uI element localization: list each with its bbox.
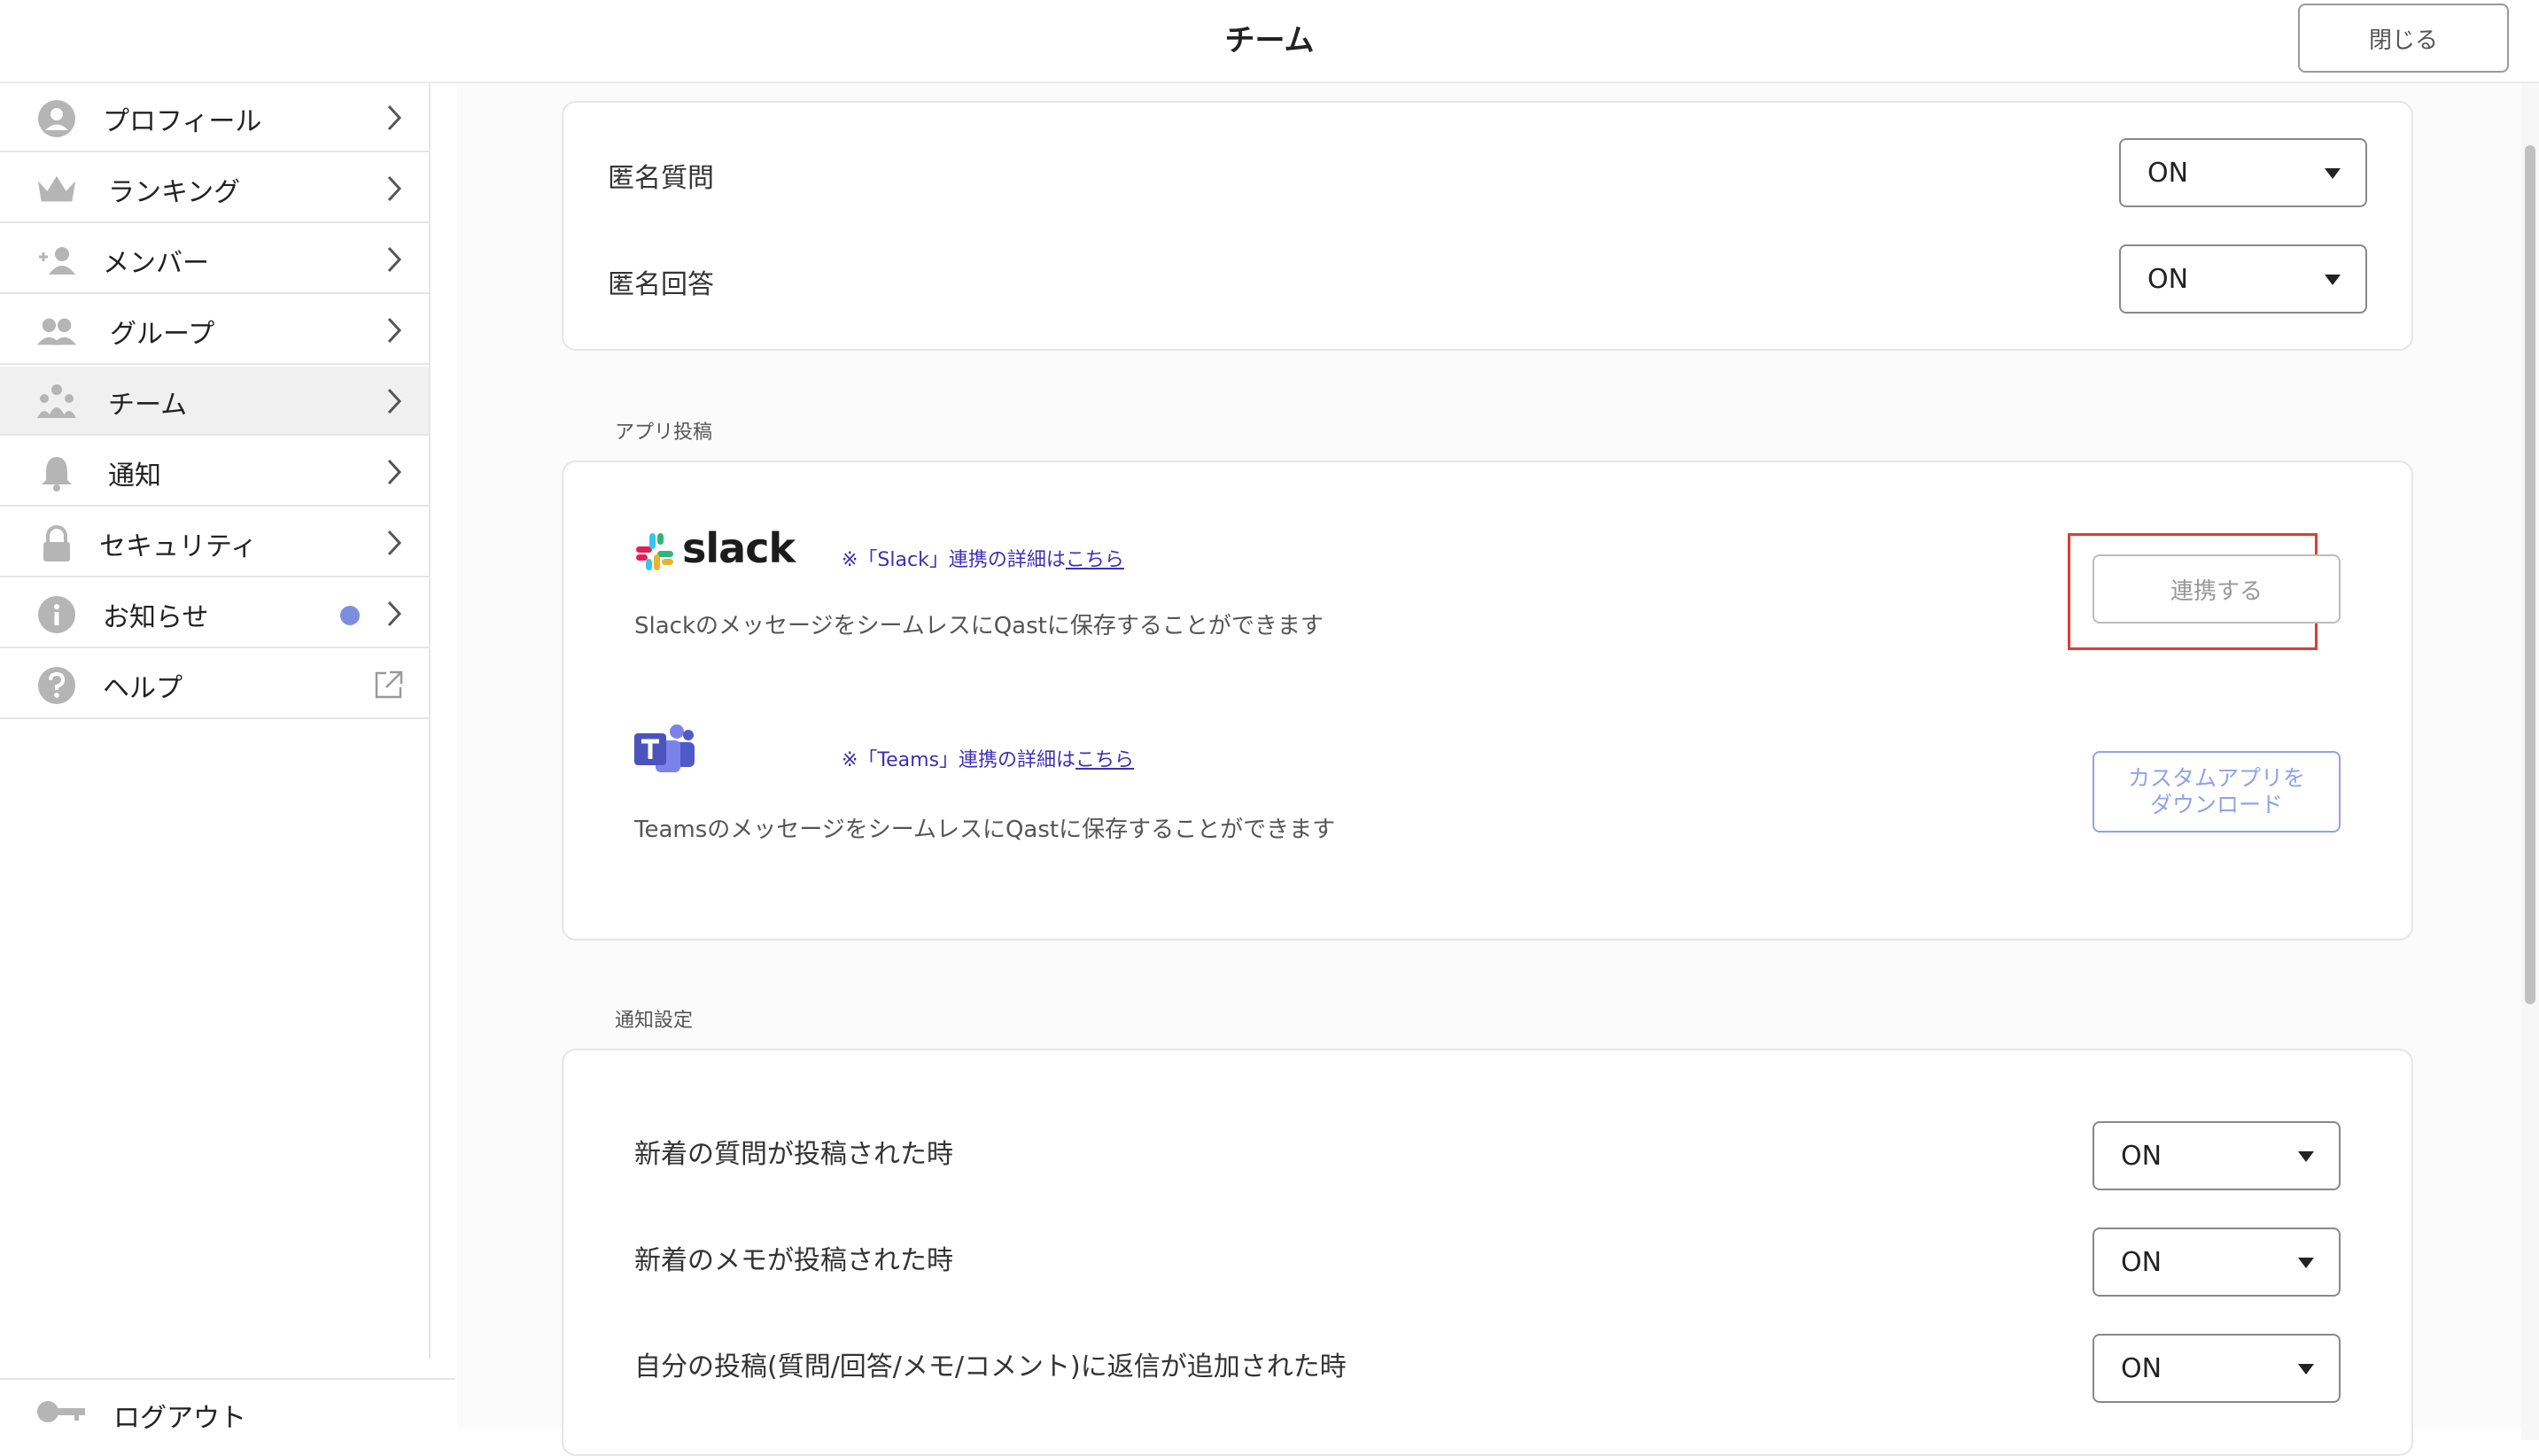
slack-detail-note: ※「Slack」連携の詳細はこちら [842,544,1124,572]
sidebar-item-team[interactable]: チーム [0,367,429,436]
teams-description: TeamsのメッセージをシームレスにQastに保存することができます [634,817,1336,843]
sidebar-item-label: チーム [108,390,188,421]
notification-section-title: 通知設定 [615,1010,694,1032]
anonymous-answer-select[interactable]: ON [2119,244,2367,314]
sidebar: プロフィール ランキング メンバー グループ チーム 通知 セキュリティ お知ら… [0,83,431,1359]
chevron-right-icon [381,243,408,276]
bell-icon [35,453,78,492]
notification-settings-card: 新着の質問が投稿された時 ON 新着のメモが投稿された時 ON 自分の投稿(質問… [562,1049,2413,1456]
select-value: ON [2121,1141,2162,1172]
notification-select-new-question[interactable]: ON [2093,1121,2341,1190]
sidebar-item-label: プロフィール [103,106,262,137]
chevron-right-icon [381,455,408,489]
notification-row-label: 新着のメモが投稿された時 [634,1245,953,1276]
sidebar-item-notification[interactable]: 通知 [0,438,429,507]
sidebar-item-group[interactable]: グループ [0,296,429,365]
slack-connect-button[interactable]: 連携する [2093,554,2341,623]
chevron-right-icon [381,384,408,418]
teams-detail-link[interactable]: こちら [1075,749,1134,771]
sidebar-item-ranking[interactable]: ランキング [0,154,429,223]
sidebar-item-label: ランキング [108,177,241,208]
caret-down-icon [2325,168,2341,179]
add-member-icon [35,241,78,280]
chevron-right-icon [381,101,408,135]
key-icon [35,1396,89,1428]
sidebar-item-label: 通知 [108,461,161,492]
slack-description: SlackのメッセージをシームレスにQastに保存することができます [634,613,1324,639]
teams-logo-icon [633,721,696,779]
help-icon [35,666,78,705]
group-icon [35,312,78,351]
notification-row-label: 新着の質問が投稿された時 [634,1139,953,1170]
slack-note-prefix: ※「Slack」連携の詳細は [842,549,1066,571]
select-value: ON [2147,264,2189,295]
header: チーム 閉じる [0,0,2539,83]
slack-detail-link[interactable]: こちら [1066,549,1124,571]
external-link-icon [372,668,404,701]
close-button[interactable]: 閉じる [2298,4,2509,73]
anonymous-settings-card: 匿名質問 ON 匿名回答 ON [562,101,2413,351]
notification-select-new-memo[interactable]: ON [2093,1228,2341,1297]
page-title: チーム [1224,23,1315,58]
profile-icon [35,99,78,138]
sidebar-item-label: お知らせ [103,602,209,633]
scrollbar[interactable] [2521,83,2539,1440]
slack-logo-icon [634,531,675,576]
sidebar-item-label: ヘルプ [103,673,182,704]
teams-note-prefix: ※「Teams」連携の詳細は [842,749,1076,771]
chevron-right-icon [381,526,408,560]
main-content: 匿名質問 ON 匿名回答 ON アプリ投稿 slack ※「Slack」連携の詳… [457,83,2521,1456]
lock-icon [35,524,78,563]
anonymous-question-label: 匿名質問 [608,163,714,194]
caret-down-icon [2298,1151,2314,1162]
select-value: ON [2121,1247,2162,1278]
button-line: ダウンロード [2149,792,2283,817]
app-post-section-title: アプリ投稿 [615,422,713,444]
select-value: ON [2121,1353,2162,1384]
teams-detail-note: ※「Teams」連携の詳細はこちら [842,744,1134,772]
sidebar-item-members[interactable]: メンバー [0,225,429,294]
chevron-right-icon [381,597,408,631]
team-icon [35,383,78,422]
caret-down-icon [2325,275,2341,285]
anonymous-answer-label: 匿名回答 [608,269,714,300]
caret-down-icon [2298,1258,2314,1268]
sidebar-item-label: メンバー [103,248,209,279]
sidebar-item-profile[interactable]: プロフィール [0,83,429,152]
scrollbar-thumb[interactable] [2525,145,2535,1004]
slack-logo-text: slack [682,524,796,572]
teams-download-button[interactable]: カスタムアプリを ダウンロード [2093,751,2341,833]
select-value: ON [2147,158,2189,189]
sidebar-item-news[interactable]: お知らせ [0,579,429,648]
sidebar-item-label: セキュリティ [99,531,258,562]
sidebar-item-security[interactable]: セキュリティ [0,508,429,577]
caret-down-icon [2298,1364,2314,1375]
chevron-right-icon [381,172,408,205]
notification-row-label: 自分の投稿(質問/回答/メモ/コメント)に返信が追加された時 [634,1351,1347,1382]
notification-select-reply[interactable]: ON [2093,1334,2341,1403]
info-icon [35,595,78,634]
anonymous-question-select[interactable]: ON [2119,138,2367,207]
crown-icon [35,170,78,209]
sidebar-item-label: グループ [110,319,215,350]
logout-button[interactable]: ログアウト [0,1378,455,1442]
chevron-right-icon [381,314,408,347]
app-post-card: slack ※「Slack」連携の詳細はこちら Slackのメッセージをシームレ… [562,461,2413,941]
sidebar-item-help[interactable]: ヘルプ [0,650,429,719]
logout-label: ログアウト [113,1403,246,1434]
button-line: カスタムアプリを [2127,765,2305,791]
notification-badge [340,606,360,625]
